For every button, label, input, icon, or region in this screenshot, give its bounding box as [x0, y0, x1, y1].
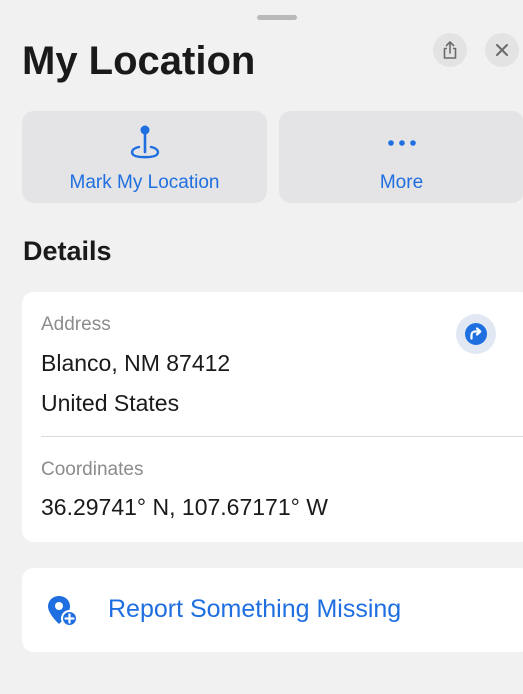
details-heading: Details: [23, 236, 112, 266]
coordinates-label: Coordinates: [41, 459, 144, 480]
report-something-missing-label: Report Something Missing: [108, 595, 402, 623]
report-something-missing-button[interactable]: Report Something Missing: [22, 568, 523, 652]
address-line-2[interactable]: United States: [41, 386, 179, 420]
directions-arrow-icon: [465, 323, 487, 345]
address-label: Address: [41, 314, 111, 335]
share-icon: [443, 41, 457, 59]
close-icon: [496, 44, 508, 56]
page-title: My Location: [22, 39, 256, 83]
report-pin-plus-icon: [48, 596, 78, 627]
sheet-grabber[interactable]: [257, 15, 297, 20]
location-sheet: My Location Mark My Location More Detail…: [0, 0, 523, 694]
address-line-1[interactable]: Blanco, NM 87412: [41, 346, 230, 380]
close-button[interactable]: [485, 33, 519, 67]
directions-button[interactable]: [456, 314, 496, 354]
share-button[interactable]: [433, 33, 467, 67]
more-button[interactable]: More: [279, 111, 523, 203]
coordinates-value[interactable]: 36.29741° N, 107.67171° W: [41, 490, 328, 524]
details-card: Address Blanco, NM 87412 United States C…: [22, 292, 523, 542]
mark-my-location-button[interactable]: Mark My Location: [22, 111, 267, 203]
map-pin-icon: [130, 125, 159, 159]
more-label: More: [379, 172, 424, 193]
mark-my-location-label: Mark My Location: [69, 172, 220, 193]
details-divider: [41, 436, 523, 437]
ellipsis-icon: [387, 140, 416, 146]
